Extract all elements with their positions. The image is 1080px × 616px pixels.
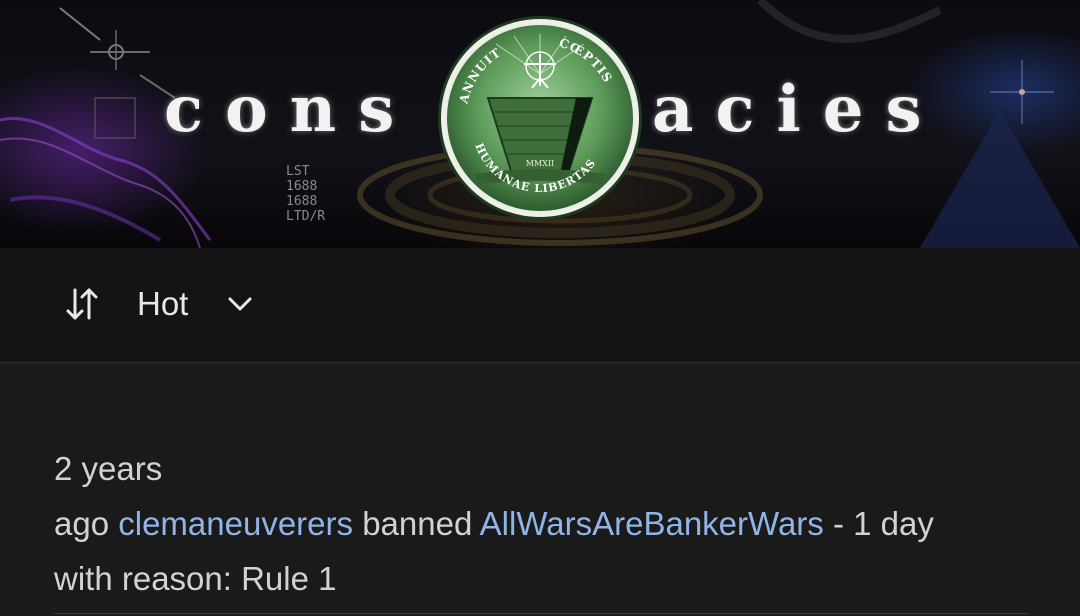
banner-title-left: cons: [164, 72, 417, 147]
moderator-link[interactable]: clemaneuverers: [118, 505, 353, 542]
seal-year-text: MMXII: [526, 159, 554, 168]
modlog-entry-text: 2 years ago clemaneuverers banned AllWar…: [54, 441, 1034, 606]
entry-ago: ago: [54, 505, 110, 542]
sort-dropdown[interactable]: Hot: [64, 284, 254, 324]
sort-label: Hot: [137, 285, 189, 322]
banned-user-link[interactable]: AllWarsAreBankerWars: [480, 505, 824, 542]
entry-divider: [54, 613, 1028, 614]
banner-title-right: acies: [652, 72, 944, 147]
banner-tech-text: LST 1688 1688 LTD/R: [286, 164, 326, 224]
seal-icon: MMXII ANNUIT CŒPTIS HUMANAE LIBERTAS: [438, 16, 642, 220]
sort-bar: Hot: [0, 248, 1080, 363]
entry-timestamp: 2 years: [54, 450, 163, 487]
modlog-entry-card: 2 years ago clemaneuverers banned AllWar…: [0, 363, 1080, 616]
chevron-down-icon: [228, 297, 252, 311]
subreddit-banner: LST 1688 1688 LTD/R cons acies MMXII ANN…: [0, 0, 1080, 248]
ban-duration: - 1 day: [832, 505, 934, 542]
entry-action: banned: [362, 505, 473, 542]
sort-arrows-icon: [66, 288, 98, 320]
ban-reason: with reason: Rule 1: [54, 560, 337, 597]
